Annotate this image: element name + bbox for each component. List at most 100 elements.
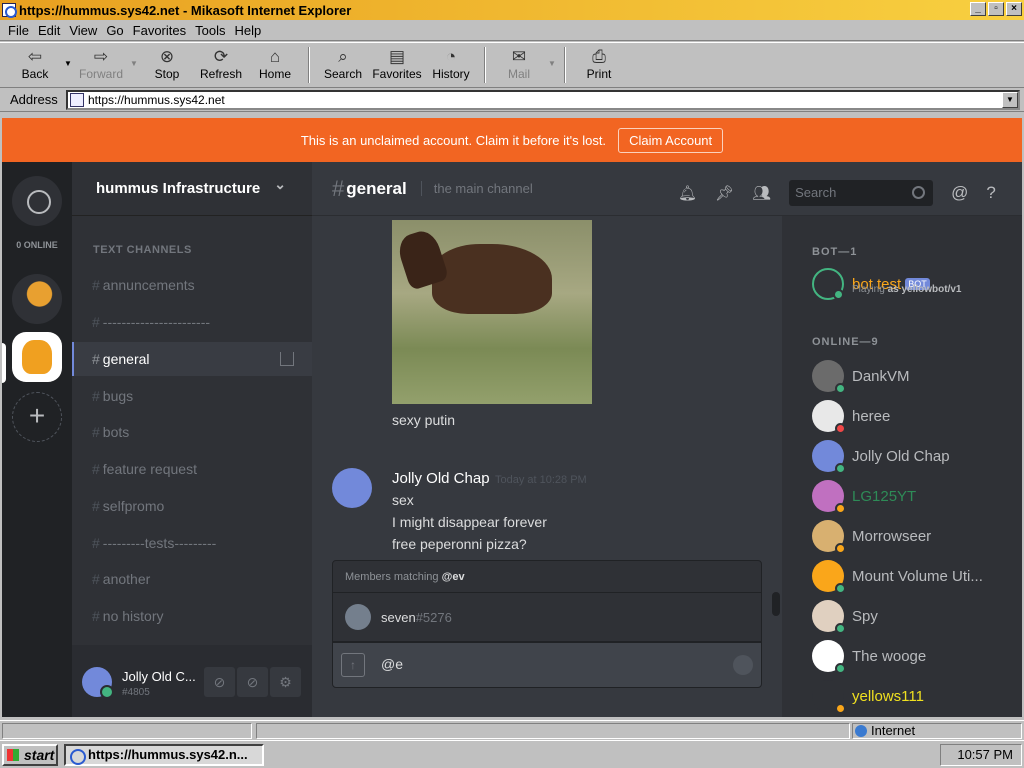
mention-icon[interactable]: @ [951, 183, 968, 203]
pin-icon[interactable]: 📌︎ [715, 184, 734, 202]
user-discriminator: #4805 [122, 687, 150, 698]
menu-go[interactable]: Go [106, 23, 123, 38]
channel-annuncements[interactable]: # annuncements [72, 268, 312, 302]
refresh-button[interactable]: ⟳ Refresh [194, 43, 248, 81]
scrollbar[interactable] [772, 592, 780, 616]
member-item[interactable]: Mount Volume Uti... [812, 558, 1022, 594]
forward-dropdown[interactable]: ▼ [128, 59, 140, 68]
member-bot-test[interactable]: bot test BOT Playing as yellowbot/v1 [812, 266, 1022, 302]
channel-feature-request[interactable]: # feature request [72, 452, 312, 486]
selected-server-indicator [2, 343, 6, 383]
invite-icon[interactable] [280, 352, 294, 366]
start-button[interactable]: start [2, 744, 58, 766]
member-item[interactable]: The wooge [812, 638, 1022, 674]
mail-dropdown[interactable]: ▼ [546, 59, 558, 68]
deafen-icon[interactable]: ⊘ [237, 667, 268, 697]
member-item[interactable]: heree [812, 398, 1022, 434]
chevron-down-icon: ⌄ [274, 176, 286, 192]
upload-icon[interactable]: ↑ [341, 653, 365, 677]
server-list: 0 ONLINE + [2, 162, 72, 717]
stop-button[interactable]: ⊗ Stop [140, 43, 194, 81]
home-button[interactable]: ⌂ Home [248, 43, 302, 81]
member-item[interactable]: Spy [812, 598, 1022, 634]
server-name-header[interactable]: hummus Infrastructure ⌄ [72, 162, 312, 216]
settings-gear-icon[interactable]: ⚙ [270, 667, 301, 697]
menu-view[interactable]: View [69, 23, 97, 38]
address-url: https://hummus.sys42.net [88, 93, 225, 107]
channel-general[interactable]: # general [72, 342, 312, 376]
status-indicator [835, 383, 846, 394]
menu-file[interactable]: File [8, 23, 29, 38]
toolbar-divider [484, 47, 486, 83]
avatar [812, 400, 846, 434]
member-item[interactable]: LG125YT [812, 478, 1022, 514]
search-button[interactable]: ⌕ Search [316, 43, 370, 81]
status-indicator [835, 583, 846, 594]
mail-button[interactable]: ✉ Mail [492, 43, 546, 81]
toolbar-divider [564, 47, 566, 83]
channel-another[interactable]: # another [72, 562, 312, 596]
members-icon[interactable]: 👥︎ [752, 184, 771, 202]
claim-account-button[interactable]: Claim Account [618, 127, 724, 153]
mail-icon: ✉ [511, 47, 527, 66]
autocomplete-item[interactable]: seven #5276 [333, 593, 761, 641]
close-button[interactable]: × [1006, 2, 1022, 16]
member-name: Morrowseer [852, 527, 932, 545]
favorites-button[interactable]: ▤ Favorites [370, 43, 424, 81]
channel-topic: the main channel [420, 181, 533, 196]
message-input[interactable]: ↑ @e [332, 642, 762, 688]
channel-tests-divider[interactable]: # ---------tests--------- [72, 526, 312, 560]
help-icon[interactable]: ? [986, 183, 995, 203]
friends-home-button[interactable] [12, 176, 62, 226]
menu-edit[interactable]: Edit [38, 23, 60, 38]
channel-no-history[interactable]: # no history [72, 599, 312, 633]
message-line: sex [392, 492, 414, 508]
taskbar-item-ie[interactable]: https://hummus.sys42.n... [64, 744, 264, 766]
mute-mic-icon[interactable]: ⊘ [204, 667, 235, 697]
avatar [812, 440, 846, 474]
history-button[interactable]: ◔ History [424, 43, 478, 81]
member-item[interactable]: Jolly Old Chap [812, 438, 1022, 474]
home-icon: ⌂ [269, 47, 281, 66]
avatar[interactable] [82, 667, 114, 699]
member-name: yellows111 [852, 687, 924, 705]
member-item[interactable]: Morrowseer [812, 518, 1022, 554]
user-name: Jolly Old C... [122, 669, 196, 684]
message-timestamp: Today at 10:28 PM [495, 474, 587, 486]
search-input[interactable]: Search [789, 180, 934, 206]
channel-divider-1[interactable]: # ----------------------- [72, 305, 312, 339]
address-label: Address [10, 92, 58, 107]
address-dropdown[interactable]: ▼ [1002, 92, 1018, 108]
menu-favorites[interactable]: Favorites [133, 23, 186, 38]
back-button[interactable]: ⇦ Back [8, 43, 62, 81]
channel-selfpromo[interactable]: # selfpromo [72, 489, 312, 523]
minimize-button[interactable]: _ [970, 2, 986, 16]
back-dropdown[interactable]: ▼ [62, 59, 74, 68]
member-item[interactable]: yellows111 [812, 678, 1022, 714]
add-server-button[interactable]: + [12, 392, 62, 442]
bell-icon[interactable]: 🔔︎ [678, 184, 697, 202]
print-button[interactable]: ⎙ Print [572, 43, 626, 81]
channel-bots[interactable]: # bots [72, 415, 312, 449]
forward-button[interactable]: ⇨ Forward [74, 43, 128, 81]
image-attachment[interactable] [392, 220, 592, 404]
emoji-picker-icon[interactable] [733, 655, 753, 675]
status-indicator [835, 663, 846, 674]
online-count: 0 ONLINE [16, 240, 58, 250]
maximize-button[interactable]: ▫ [988, 2, 1004, 16]
hash-icon: # [92, 351, 100, 367]
chat-area: # general the main channel 🔔︎ 📌︎ 👥︎ Sear… [312, 162, 1022, 717]
message-author[interactable]: Jolly Old Chap [392, 470, 490, 487]
forward-arrow-icon: ⇨ [93, 47, 109, 66]
server-icon-chicken[interactable] [12, 274, 62, 324]
avatar [812, 600, 846, 634]
channel-bugs[interactable]: # bugs [72, 379, 312, 413]
avatar[interactable] [332, 468, 372, 508]
message-line: free peperonni pizza? [392, 536, 527, 552]
menu-tools[interactable]: Tools [195, 23, 225, 38]
channel-title: general [346, 178, 407, 198]
menu-help[interactable]: Help [234, 23, 261, 38]
server-icon-hummus[interactable] [12, 332, 62, 382]
address-input[interactable]: https://hummus.sys42.net ▼ [66, 90, 1020, 110]
member-item[interactable]: DankVM [812, 358, 1022, 394]
